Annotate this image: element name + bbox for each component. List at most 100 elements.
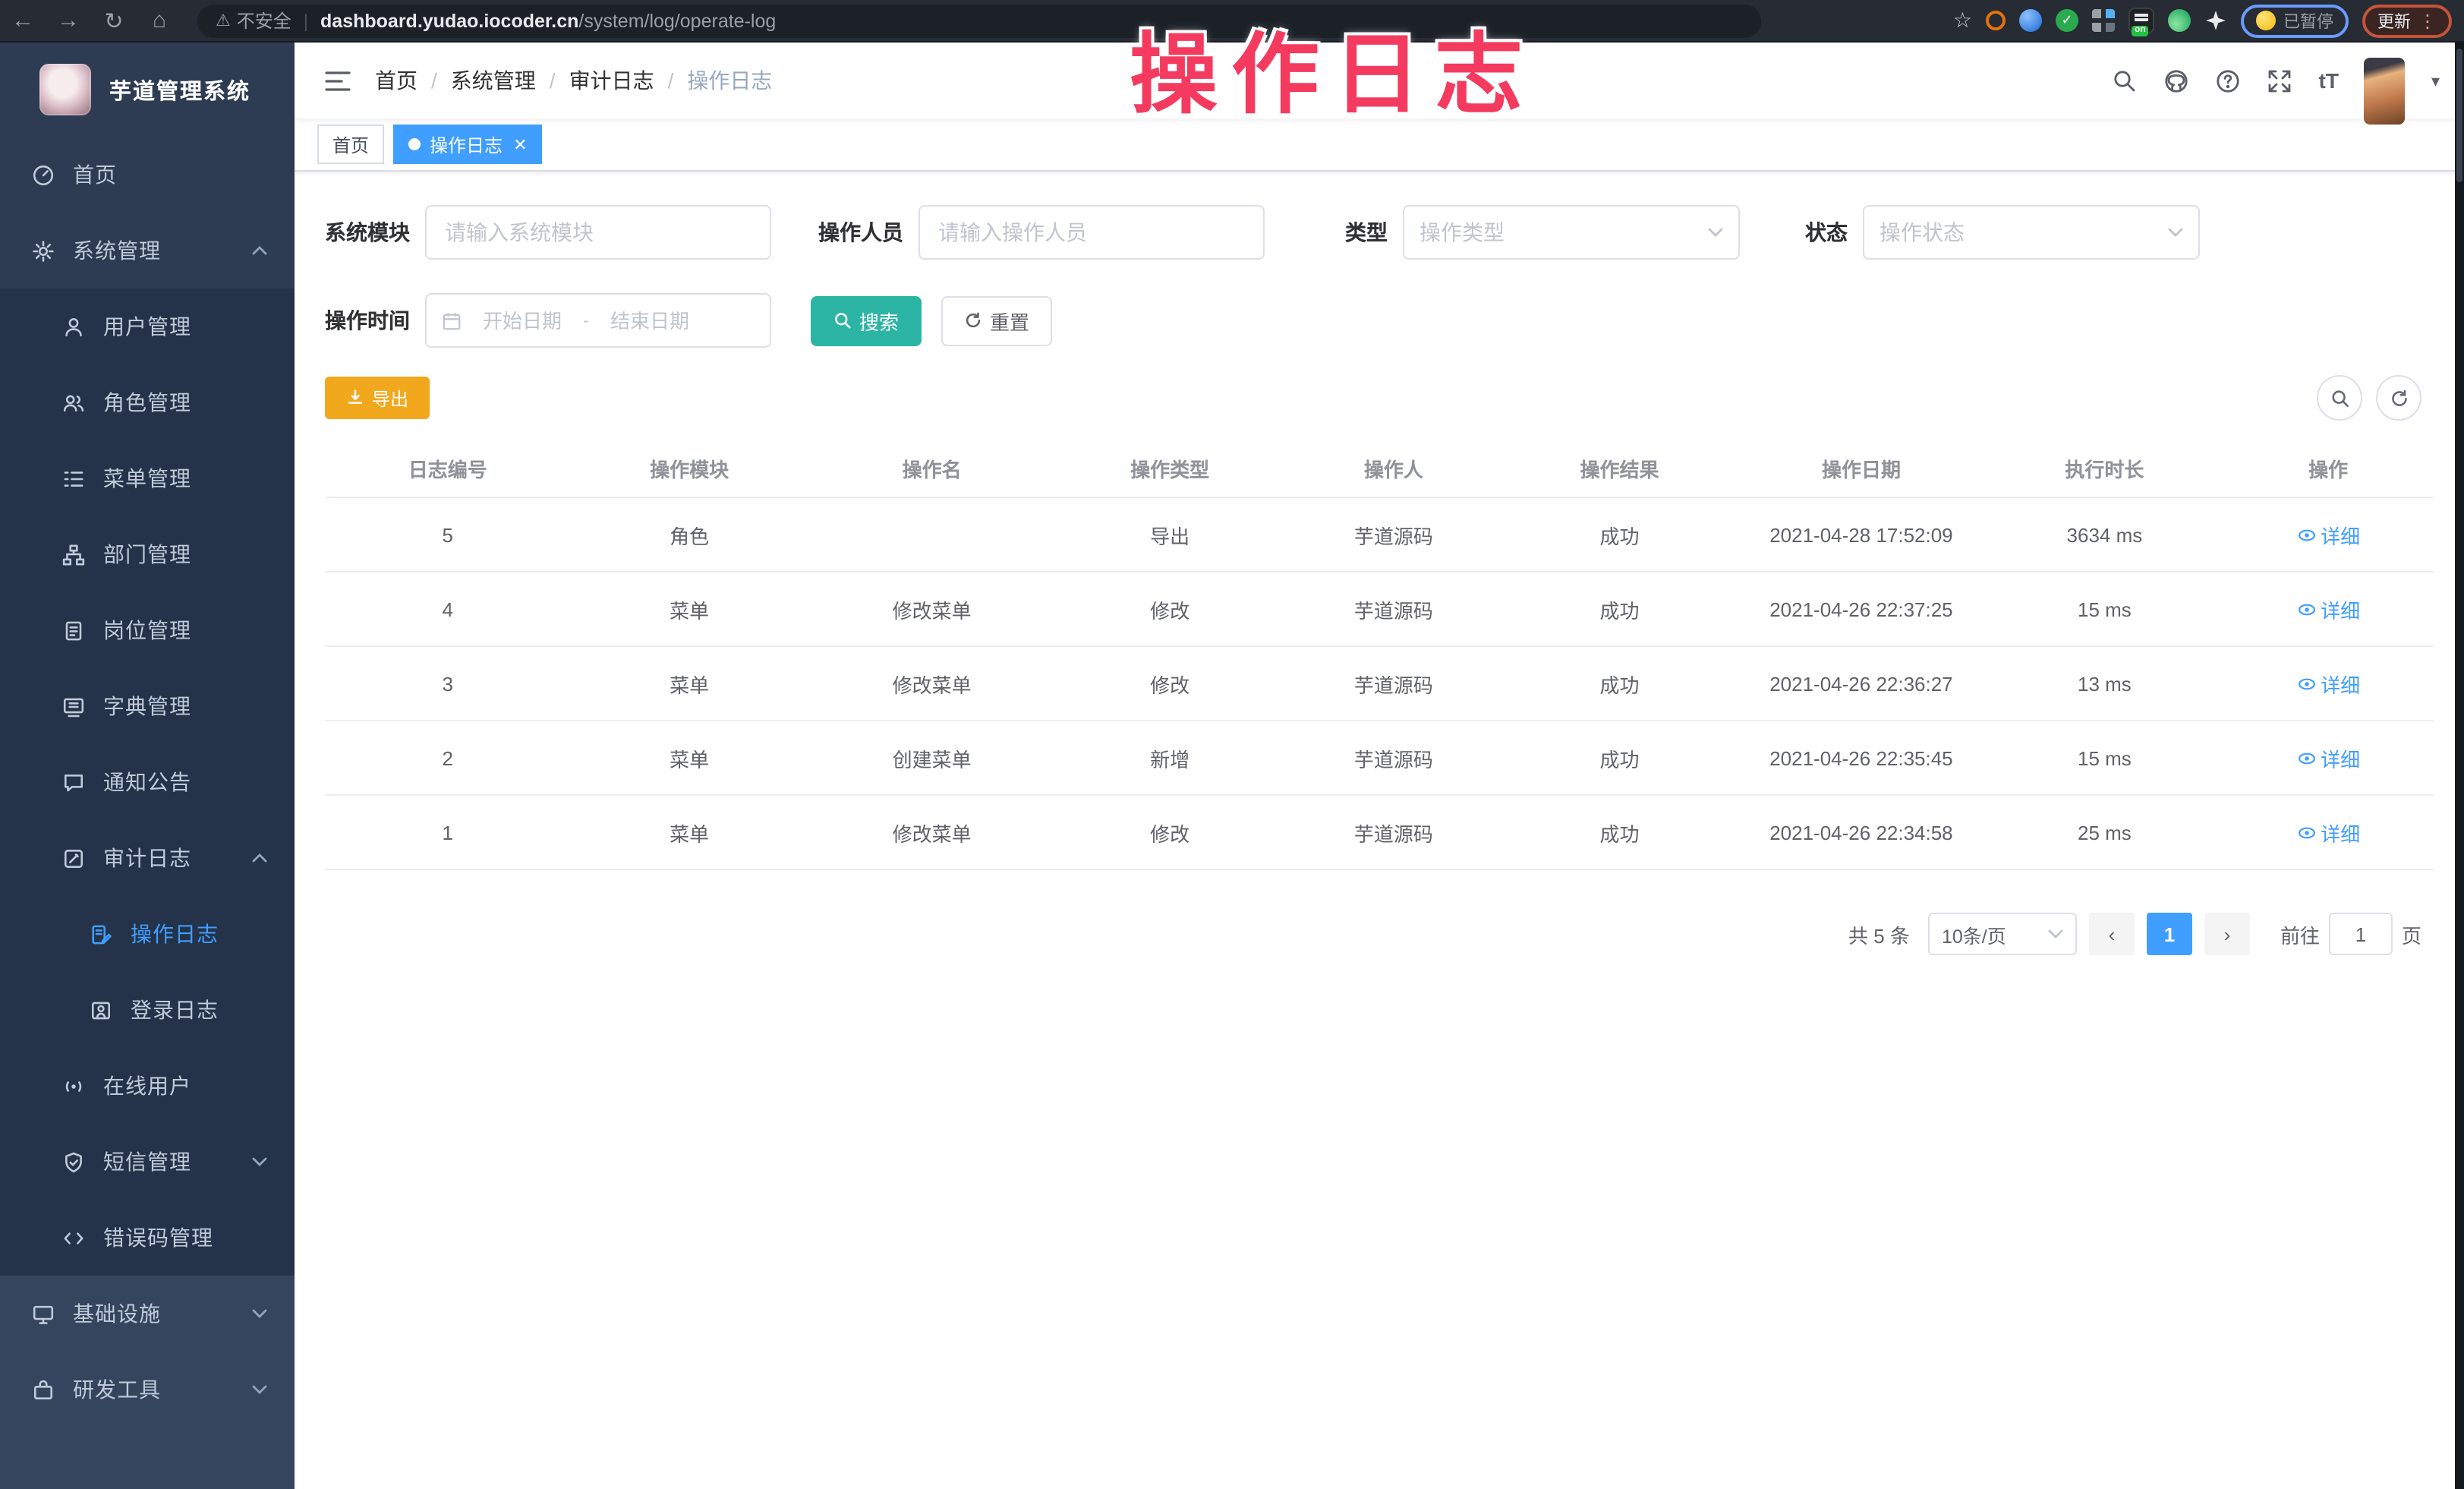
table-cell: 详细 xyxy=(2223,721,2434,794)
col-log-id: 日志编号 xyxy=(325,439,570,497)
table-cell: 5 xyxy=(325,498,570,571)
sidebar-menu: 首页 系统管理 用户管理 角色管理 xyxy=(0,137,295,1489)
bookmark-star-icon[interactable]: ☆ xyxy=(1953,8,1972,33)
sidebar-item-roles[interactable]: 角色管理 xyxy=(0,364,295,440)
orange-ring-extension-icon[interactable] xyxy=(1986,11,2006,30)
tag-operate-log[interactable]: 操作日志 ✕ xyxy=(393,125,542,164)
green-check-extension-icon[interactable]: ✓ xyxy=(2056,9,2078,32)
operate-log-icon xyxy=(90,923,112,945)
sidebar-item-audit-logs[interactable]: 审计日志 xyxy=(0,820,295,896)
sidebar-item-dictionary[interactable]: 字典管理 xyxy=(0,668,295,744)
kebab-menu-icon[interactable]: ⋮ xyxy=(2418,10,2437,31)
reset-button[interactable]: 重置 xyxy=(941,295,1052,345)
date-range-picker[interactable]: - xyxy=(425,293,771,348)
dark-on-extension-icon[interactable]: on xyxy=(2128,8,2154,33)
table-cell: 2021-04-28 17:52:09 xyxy=(1736,498,1986,571)
refresh-icon[interactable]: ↻ xyxy=(91,7,137,34)
page-size-select[interactable]: 10条/页 xyxy=(1928,913,2077,955)
fullscreen-icon[interactable] xyxy=(2267,68,2293,93)
update-button[interactable]: 更新 ⋮ xyxy=(2362,4,2452,37)
sidebar-item-departments[interactable]: 部门管理 xyxy=(0,516,295,592)
close-icon[interactable]: ✕ xyxy=(513,134,527,154)
table-header: 日志编号 操作模块 操作名 操作类型 操作人 操作结果 操作日期 执行时长 操作 xyxy=(325,439,2434,498)
col-name: 操作名 xyxy=(808,439,1055,497)
sidebar-item-online-users[interactable]: 在线用户 xyxy=(0,1048,295,1124)
avatar[interactable] xyxy=(2365,58,2406,125)
breadcrumb-audit[interactable]: 审计日志 xyxy=(569,65,654,96)
table-cell: 新增 xyxy=(1055,721,1284,794)
security-label[interactable]: 不安全 xyxy=(237,8,291,33)
active-dot xyxy=(408,138,421,150)
end-date-input[interactable] xyxy=(598,309,701,332)
col-module: 操作模块 xyxy=(570,439,808,497)
operator-input[interactable] xyxy=(918,205,1265,260)
detail-link[interactable]: 详细 xyxy=(2296,669,2360,698)
operate-log-page: 系统模块 操作人员 类型 操作类型 状态 操作状态 xyxy=(295,172,2464,1489)
browser-scrollbar[interactable] xyxy=(2455,43,2464,1489)
show-search-button[interactable] xyxy=(2317,375,2362,421)
col-duration: 执行时长 xyxy=(1987,439,2223,497)
tag-home[interactable]: 首页 xyxy=(317,125,384,164)
sidebar-item-posts[interactable]: 岗位管理 xyxy=(0,592,295,668)
green-leaf-extension-icon[interactable] xyxy=(2168,9,2191,32)
url-path: /system/log/operate-log xyxy=(578,10,776,31)
table-row: 4菜单修改菜单修改芋道源码成功2021-04-26 22:37:2515 ms详… xyxy=(325,573,2434,647)
logo-row[interactable]: 芋道管理系统 xyxy=(0,43,295,137)
home-icon[interactable]: ⌂ xyxy=(137,8,182,33)
collapse-sidebar-icon[interactable] xyxy=(325,69,351,92)
refresh-table-button[interactable] xyxy=(2376,375,2421,421)
page-1-button[interactable]: 1 xyxy=(2147,913,2192,955)
back-icon[interactable]: ← xyxy=(0,8,46,33)
next-page-button[interactable]: › xyxy=(2204,913,2250,955)
chevron-down-icon xyxy=(2168,228,2183,237)
type-select[interactable]: 操作类型 xyxy=(1403,205,1740,260)
breadcrumb-system[interactable]: 系统管理 xyxy=(451,65,536,96)
table-cell: 芋道源码 xyxy=(1284,796,1503,869)
chevron-down-icon xyxy=(252,1306,267,1321)
table-cell: 13 ms xyxy=(1987,647,2223,720)
detail-link[interactable]: 详细 xyxy=(2296,595,2360,623)
grid-extension-icon[interactable] xyxy=(2092,9,2115,32)
sidebar-item-system[interactable]: 系统管理 xyxy=(0,213,295,289)
monitor-icon xyxy=(32,1302,55,1325)
blue-drop-extension-icon[interactable] xyxy=(2019,9,2042,32)
detail-link[interactable]: 详细 xyxy=(2296,743,2360,772)
scrollbar-thumb[interactable] xyxy=(2456,49,2462,182)
detail-link[interactable]: 详细 xyxy=(2296,818,2360,847)
forward-icon[interactable]: → xyxy=(46,8,91,33)
goto-page-input[interactable] xyxy=(2329,913,2393,955)
github-icon[interactable] xyxy=(2164,68,2190,93)
sidebar-item-infrastructure[interactable]: 基础设施 xyxy=(0,1276,295,1352)
sidebar-item-operate-log[interactable]: 操作日志 xyxy=(0,896,295,972)
paused-chip[interactable]: 已暂停 xyxy=(2241,4,2349,37)
start-date-input[interactable] xyxy=(471,309,574,332)
sidebar-item-sms[interactable]: 短信管理 xyxy=(0,1124,295,1200)
search-button[interactable]: 搜索 xyxy=(811,295,922,345)
caret-down-icon[interactable]: ▾ xyxy=(2431,71,2440,90)
online-users-icon xyxy=(62,1074,85,1097)
sidebar-item-login-log[interactable]: 登录日志 xyxy=(0,972,295,1048)
module-input[interactable] xyxy=(425,205,771,260)
help-icon[interactable] xyxy=(2216,68,2242,93)
search-icon[interactable] xyxy=(2113,68,2138,93)
sidebar-item-dev-tools[interactable]: 研发工具 xyxy=(0,1352,295,1427)
sidebar-item-users[interactable]: 用户管理 xyxy=(0,289,295,364)
sidebar-item-menus[interactable]: 菜单管理 xyxy=(0,440,295,516)
prev-page-button[interactable]: ‹ xyxy=(2089,913,2135,955)
table-cell: 25 ms xyxy=(1987,796,2223,869)
breadcrumb: 首页 / 系统管理 / 审计日志 / 操作日志 xyxy=(375,65,772,96)
table-cell: 详细 xyxy=(2223,498,2434,571)
export-button[interactable]: 导出 xyxy=(325,377,430,419)
status-select[interactable]: 操作状态 xyxy=(1863,205,2200,260)
table-cell: 2021-04-26 22:35:45 xyxy=(1736,721,1986,794)
white-star-extension-icon[interactable] xyxy=(2204,9,2227,32)
sidebar-item-notices[interactable]: 通知公告 xyxy=(0,744,295,820)
table-cell: 菜单 xyxy=(570,647,808,720)
breadcrumb-home[interactable]: 首页 xyxy=(375,65,417,96)
main-content: 首页 / 系统管理 / 审计日志 / 操作日志 tT ▾ xyxy=(295,43,2464,1489)
sidebar-item-error-codes[interactable]: 错误码管理 xyxy=(0,1200,295,1276)
table-toolbar: 导出 xyxy=(325,375,2434,421)
font-size-icon[interactable]: tT xyxy=(2319,68,2339,93)
sidebar-item-home[interactable]: 首页 xyxy=(0,137,295,213)
detail-link[interactable]: 详细 xyxy=(2296,520,2360,549)
